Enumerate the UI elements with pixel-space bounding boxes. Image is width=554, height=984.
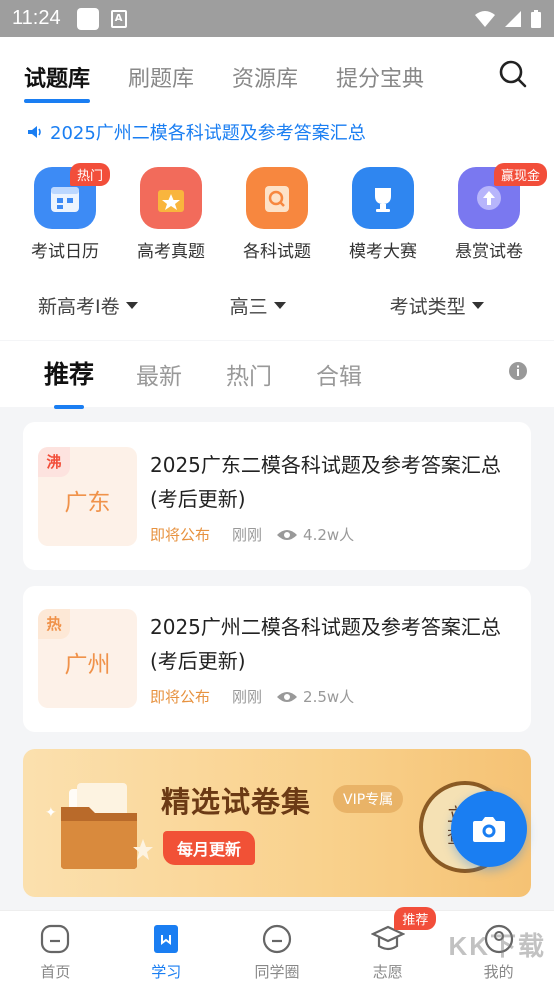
hot-badge: 热门 bbox=[70, 163, 111, 186]
top-tabs: 试题库 刷题库 资源库 提分宝典 bbox=[24, 61, 462, 103]
nav-label: 志愿 bbox=[372, 963, 403, 981]
card-meta: 即将公布 刚刚 2.5w人 bbox=[150, 686, 354, 707]
hot-tag: 热 bbox=[38, 609, 70, 639]
card-time: 刚刚 bbox=[232, 688, 263, 706]
watermark: KK下载 bbox=[448, 931, 546, 961]
camera-icon bbox=[473, 817, 505, 842]
info-icon[interactable] bbox=[508, 361, 528, 381]
banner-title: 精选试卷集 bbox=[161, 785, 312, 819]
card-views: 2.5w人 bbox=[276, 686, 354, 707]
tab-recommended[interactable]: 推荐 bbox=[44, 355, 94, 409]
trophy-icon bbox=[352, 167, 414, 229]
filter-grade[interactable]: 高三 bbox=[230, 292, 286, 319]
entry-label: 高考真题 bbox=[137, 242, 205, 262]
nav-home[interactable]: 首页 bbox=[0, 911, 111, 984]
tab-practice-bank[interactable]: 刷题库 bbox=[128, 61, 194, 93]
card-time: 刚刚 bbox=[232, 526, 263, 544]
nav-application[interactable]: 推荐 志愿 bbox=[332, 907, 443, 984]
status-bar: 11:24 A bbox=[0, 0, 554, 37]
card-city: 广州 bbox=[64, 652, 111, 678]
nav-classmates[interactable]: 同学圈 bbox=[222, 911, 333, 984]
exam-card[interactable]: 热 广州 2025广州二模各科试题及参考答案汇总(考后更新) 即将公布 刚刚 2… bbox=[23, 586, 531, 732]
dropdown-arrow-icon bbox=[471, 302, 484, 309]
entry-label: 考试日历 bbox=[31, 242, 99, 262]
search-doc-icon bbox=[246, 167, 308, 229]
notice-text: 2025广州二模各科试题及参考答案汇总 bbox=[50, 123, 366, 144]
filter-exam-region[interactable]: 新高考Ⅰ卷 bbox=[38, 292, 138, 319]
header: 试题库 刷题库 资源库 提分宝典 2025广州二模各科试题及参考答案汇总 热门 … bbox=[0, 37, 554, 340]
svg-text:✦: ✦ bbox=[45, 805, 57, 821]
feed-tabs: 推荐 最新 热门 合辑 bbox=[0, 341, 554, 409]
nav-study[interactable]: 学习 bbox=[111, 911, 222, 984]
filters: 新高考Ⅰ卷 高三 考试类型 bbox=[0, 292, 554, 319]
study-icon bbox=[154, 925, 179, 953]
star-folder-icon bbox=[140, 167, 202, 229]
eye-icon bbox=[277, 529, 298, 540]
tab-resource-bank[interactable]: 资源库 bbox=[232, 61, 298, 93]
nav-label: 同学圈 bbox=[254, 963, 300, 981]
folder-illustration-icon: ✦ bbox=[45, 783, 153, 869]
entry-exam-calendar[interactable]: 热门 考试日历 bbox=[12, 163, 118, 262]
home-icon bbox=[41, 924, 70, 954]
card-status: 即将公布 bbox=[150, 526, 211, 544]
vip-badge: VIP专属 bbox=[333, 785, 404, 813]
card-title: 2025广州二模各科试题及参考答案汇总(考后更新) bbox=[150, 615, 501, 673]
wifi-icon bbox=[475, 10, 495, 27]
entry-label: 悬赏试卷 bbox=[455, 242, 523, 262]
card-title: 2025广东二模各科试题及参考答案汇总(考后更新) bbox=[150, 453, 501, 511]
nav-label: 我的 bbox=[483, 963, 514, 981]
tab-question-bank[interactable]: 试题库 bbox=[24, 61, 91, 103]
signal-icon bbox=[505, 10, 521, 27]
exam-card[interactable]: 沸 广东 2025广东二模各科试题及参考答案汇总(考后更新) 即将公布 刚刚 4… bbox=[23, 422, 531, 570]
recommend-badge: 推荐 bbox=[394, 907, 437, 930]
notification-icon bbox=[76, 7, 99, 30]
entry-mock-contest[interactable]: 模考大赛 bbox=[330, 167, 436, 262]
banner-subtitle: 每月更新 bbox=[163, 831, 256, 865]
filter-exam-type[interactable]: 考试类型 bbox=[390, 292, 484, 319]
nav-label: 首页 bbox=[40, 963, 71, 981]
search-icon[interactable] bbox=[498, 59, 528, 89]
eye-icon bbox=[277, 691, 298, 702]
chat-icon bbox=[262, 924, 292, 954]
quick-entries: 热门 考试日历 高考真题 各科试题 模考大赛 赢现金 悬赏试卷 bbox=[0, 163, 554, 262]
nav-label: 学习 bbox=[151, 963, 182, 981]
tab-collections[interactable]: 合辑 bbox=[316, 357, 362, 391]
notice-bar[interactable]: 2025广州二模各科试题及参考答案汇总 bbox=[26, 119, 366, 145]
dropdown-arrow-icon bbox=[273, 302, 286, 309]
card-status: 即将公布 bbox=[150, 688, 211, 706]
card-thumbnail: 沸 广东 bbox=[38, 447, 137, 546]
card-meta: 即将公布 刚刚 4.2w人 bbox=[150, 524, 354, 545]
camera-button[interactable] bbox=[451, 791, 527, 867]
boiling-tag: 沸 bbox=[38, 447, 70, 477]
tab-hot[interactable]: 热门 bbox=[226, 357, 272, 391]
cash-badge: 赢现金 bbox=[494, 163, 548, 186]
entry-bounty-papers[interactable]: 赢现金 悬赏试卷 bbox=[436, 163, 548, 262]
app-notification-icon: A bbox=[110, 9, 127, 28]
battery-icon bbox=[531, 9, 541, 28]
card-city: 广东 bbox=[64, 490, 111, 516]
tab-latest[interactable]: 最新 bbox=[136, 357, 182, 391]
card-thumbnail: 热 广州 bbox=[38, 609, 137, 708]
entry-subject-exams[interactable]: 各科试题 bbox=[224, 167, 330, 262]
speaker-icon bbox=[28, 126, 41, 138]
tab-score-guide[interactable]: 提分宝典 bbox=[336, 61, 424, 93]
dropdown-arrow-icon bbox=[125, 302, 138, 309]
card-views: 4.2w人 bbox=[276, 524, 354, 545]
entry-label: 各科试题 bbox=[243, 242, 311, 262]
status-time: 11:24 bbox=[12, 7, 61, 29]
entry-past-exams[interactable]: 高考真题 bbox=[118, 167, 224, 262]
entry-label: 模考大赛 bbox=[349, 242, 417, 262]
